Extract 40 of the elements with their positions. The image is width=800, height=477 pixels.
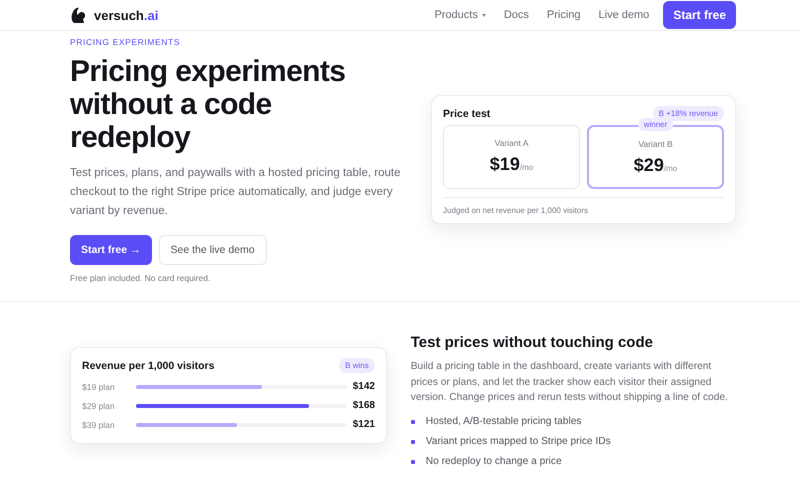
card-footnote: Judged on net revenue per 1,000 visitors: [443, 206, 589, 215]
nav-link[interactable]: Docs: [504, 9, 529, 21]
plan-label: $19 plan: [82, 382, 116, 392]
nav-link[interactable]: Pricing: [546, 9, 581, 21]
squirrel-icon: [70, 6, 88, 24]
price-unit: /mo: [664, 164, 678, 173]
bullet-icon: [410, 420, 415, 424]
winner-badge: winner: [638, 118, 674, 131]
variant-name: Variant B: [637, 139, 674, 149]
section-description: Build a pricing table in the dashboard, create variants with different prices or plans, and let the tracker show each visitor their assigned version. Change prices and rerun tests without shipping a line of code.: [410, 360, 729, 405]
bullet-icon: [410, 440, 415, 444]
start-free-button[interactable]: Start free →: [70, 235, 152, 265]
nav-link[interactable]: Live demo: [598, 9, 650, 21]
brand-name[interactable]: versuch.ai: [94, 8, 158, 22]
plan-label: $39 plan: [82, 420, 116, 430]
bullet-text: No redeploy to change a price: [426, 456, 562, 467]
note-text: Free plan included. No card required.: [70, 273, 212, 283]
variant-name: Variant A: [494, 138, 530, 148]
revenue-badge: B +18% revenue: [652, 106, 724, 121]
revenue-value: $142: [352, 381, 375, 392]
winner-badge: B wins: [339, 358, 375, 373]
eyebrow-label: PRICING EXPERIMENTS: [70, 37, 182, 47]
live-demo-button[interactable]: See the live demo: [158, 235, 267, 265]
start-free-button[interactable]: Start free: [663, 1, 736, 29]
price-unit: /mo: [520, 163, 534, 172]
bullet-text: Variant prices mapped to Stripe price IDs: [426, 436, 611, 447]
variant-card[interactable]: Variant A $19/mo: [443, 125, 580, 189]
section-title: Test prices without touching code: [410, 334, 654, 351]
nav-link[interactable]: Products: [434, 9, 486, 21]
plan-label: $29 plan: [82, 400, 116, 410]
revenue-value: $121: [352, 419, 375, 430]
bullet-text: Hosted, A/B-testable pricing tables: [426, 416, 582, 427]
bullet-icon: [410, 460, 415, 464]
card-title: Price test: [443, 108, 490, 120]
hero-description: Test prices, plans, and paywalls with a hosted pricing table, route checkout to the right Stripe price automatically, and judge every variant by revenue.: [70, 166, 402, 219]
card-title: Revenue per 1,000 visitors: [82, 360, 214, 372]
hero-title: Pricing experiments without a code redeploy: [70, 55, 346, 154]
price-value: $19: [490, 154, 520, 174]
price-value: $29: [634, 155, 664, 175]
revenue-value: $168: [352, 400, 375, 411]
